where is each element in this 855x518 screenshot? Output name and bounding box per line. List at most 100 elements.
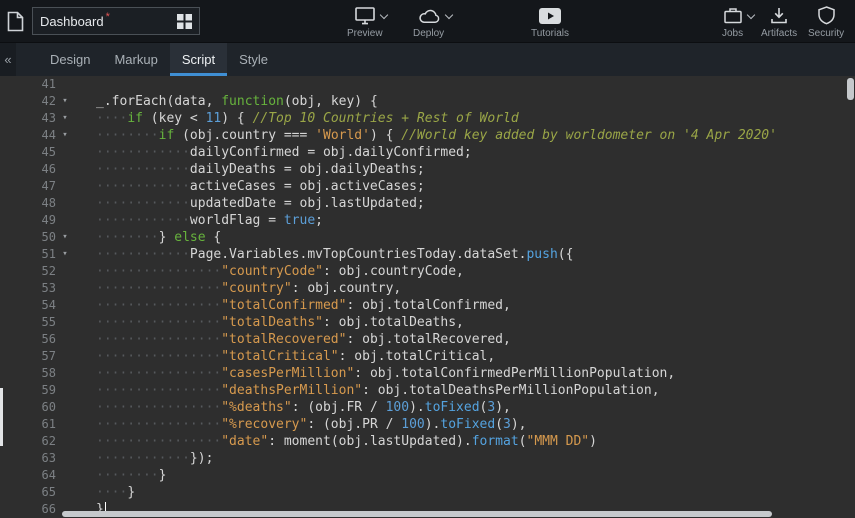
code-line[interactable]: 47············activeCases = obj.activeCa… [0, 178, 855, 195]
unsaved-indicator: * [106, 11, 110, 23]
code-line[interactable]: 61················"%recovery": (obj.PR /… [0, 416, 855, 433]
code-line[interactable]: 62················"date": moment(obj.las… [0, 433, 855, 450]
left-panel-scrollbar[interactable] [0, 388, 3, 446]
code-line[interactable]: 60················"%deaths": (obj.FR / 1… [0, 399, 855, 416]
line-number: 42 [0, 93, 58, 110]
line-number: 51 [0, 246, 58, 263]
code-text: ················"country": obj.country, [96, 280, 401, 297]
code-line[interactable]: 48············updatedDate = obj.lastUpda… [0, 195, 855, 212]
code-line[interactable]: 46············dailyDeaths = obj.dailyDea… [0, 161, 855, 178]
code-line[interactable]: 59 ················"deathsPerMillion": ob… [0, 382, 855, 399]
preview-button[interactable]: Preview [347, 6, 383, 39]
fold-spacer [58, 212, 72, 229]
line-number: 41 [0, 76, 58, 93]
script-code-editor[interactable]: 4142▾_.forEach(data, function(obj, key) … [0, 76, 855, 518]
code-text: ············Page.Variables.mvTopCountrie… [96, 246, 573, 263]
jobs-button[interactable]: Jobs [722, 6, 743, 39]
tab-style[interactable]: Style [227, 43, 280, 76]
line-number: 66 [0, 501, 58, 518]
code-line[interactable]: 49············worldFlag = true; [0, 212, 855, 229]
studio-window: Dashboard * [0, 0, 855, 518]
code-line[interactable]: 50▾········} else { [0, 229, 855, 246]
code-line[interactable]: 42▾_.forEach(data, function(obj, key) { [0, 93, 855, 110]
collapse-panel-button[interactable]: « [0, 43, 16, 76]
briefcase-icon [724, 7, 742, 24]
code-text: ············}); [96, 450, 213, 467]
fold-spacer [58, 297, 72, 314]
fold-spacer [58, 365, 72, 382]
code-line[interactable]: 54················"totalConfirmed": obj.… [0, 297, 855, 314]
code-line[interactable]: 64········} [0, 467, 855, 484]
fold-spacer [58, 450, 72, 467]
fold-toggle-icon[interactable]: ▾ [58, 110, 72, 127]
chevron-down-icon[interactable] [444, 11, 452, 19]
pages-grid-button[interactable] [177, 14, 192, 29]
page-switcher-group: Dashboard * [7, 7, 200, 35]
fold-toggle-icon[interactable]: ▾ [58, 93, 72, 110]
deploy-button[interactable]: Deploy [413, 6, 444, 39]
fold-spacer [58, 280, 72, 297]
jobs-label: Jobs [722, 28, 743, 39]
preview-label: Preview [347, 28, 383, 39]
code-line[interactable]: 56················"totalRecovered": obj.… [0, 331, 855, 348]
code-line[interactable]: 45············dailyConfirmed = obj.daily… [0, 144, 855, 161]
tutorials-button[interactable]: Tutorials [531, 6, 569, 39]
line-number: 45 [0, 144, 58, 161]
code-text: ················"totalCritical": obj.tot… [96, 348, 495, 365]
code-line[interactable]: 57 ················"totalCritical": obj.t… [0, 348, 855, 365]
code-line[interactable]: 44▾········if (obj.country === 'World') … [0, 127, 855, 144]
code-line[interactable]: 53················"country": obj.country… [0, 280, 855, 297]
code-line[interactable]: 52················"countryCode": obj.cou… [0, 263, 855, 280]
code-text: ············updatedDate = obj.lastUpdate… [96, 195, 425, 212]
code-line[interactable]: 58················"casesPerMillion": obj… [0, 365, 855, 382]
shield-icon [818, 6, 835, 25]
line-number: 61 [0, 416, 58, 433]
code-text: ················"totalDeaths": obj.total… [96, 314, 464, 331]
code-text: ················"totalConfirmed": obj.to… [96, 297, 511, 314]
fold-toggle-icon[interactable]: ▾ [58, 127, 72, 144]
fold-spacer [58, 76, 72, 93]
fold-spacer [58, 195, 72, 212]
code-line[interactable]: 65····} [0, 484, 855, 501]
security-label: Security [808, 28, 844, 39]
tab-markup[interactable]: Markup [102, 43, 169, 76]
fold-spacer [58, 399, 72, 416]
code-line[interactable]: 51▾ ············Page.Variables.mvTopCount… [0, 246, 855, 263]
fold-toggle-icon[interactable]: ▾ [58, 246, 72, 263]
vertical-scrollbar-thumb[interactable] [847, 78, 854, 100]
line-number: 57 [0, 348, 58, 365]
fold-spacer [58, 467, 72, 484]
page-switcher[interactable]: Dashboard * [32, 7, 200, 35]
fold-spacer [58, 382, 72, 399]
fold-toggle-icon[interactable]: ▾ [58, 229, 72, 246]
line-number: 46 [0, 161, 58, 178]
artifacts-button[interactable]: Artifacts [761, 6, 797, 39]
tab-design[interactable]: Design [38, 43, 102, 76]
code-text: ················"deathsPerMillion": obj.… [96, 382, 660, 399]
tab-script[interactable]: Script [170, 43, 227, 76]
code-line[interactable]: 43▾····if (key < 11) { //Top 10 Countrie… [0, 110, 855, 127]
line-number: 63 [0, 450, 58, 467]
monitor-icon [355, 7, 375, 25]
tutorials-label: Tutorials [531, 28, 569, 39]
fold-spacer [58, 161, 72, 178]
code-line[interactable]: 63 ············}); [0, 450, 855, 467]
line-number: 59 [0, 382, 58, 399]
code-line[interactable]: 55················"totalDeaths": obj.tot… [0, 314, 855, 331]
tab-strip: Design Markup Script Style [38, 43, 280, 76]
editor-tabbar: « Design Markup Script Style [0, 43, 855, 76]
line-number: 56 [0, 331, 58, 348]
chevron-down-icon[interactable] [746, 11, 754, 19]
cloud-icon [418, 8, 440, 24]
horizontal-scrollbar-thumb[interactable] [62, 511, 772, 517]
code-text: ················"%deaths": (obj.FR / 100… [96, 399, 511, 416]
code-text: ················"casesPerMillion": obj.t… [96, 365, 675, 382]
security-button[interactable]: Security [808, 6, 844, 39]
line-number: 52 [0, 263, 58, 280]
fold-spacer [58, 433, 72, 450]
chevron-down-icon[interactable] [380, 11, 388, 19]
code-text: ············worldFlag = true; [96, 212, 323, 229]
code-line[interactable]: 41 [0, 76, 855, 93]
fold-spacer [58, 348, 72, 365]
fold-spacer [58, 484, 72, 501]
